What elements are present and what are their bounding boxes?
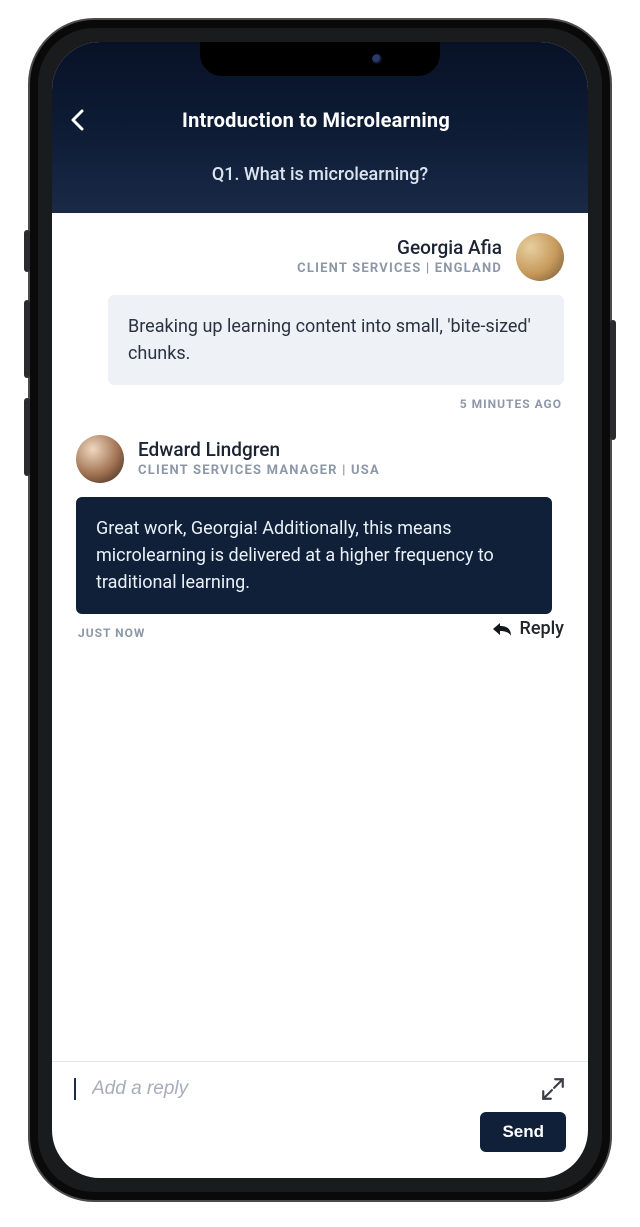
reply-arrow-icon xyxy=(492,621,512,637)
phone-frame: Introduction to Microlearning Q1. What i… xyxy=(30,20,610,1200)
message: Edward Lindgren CLIENT SERVICES MANAGER … xyxy=(76,435,564,640)
side-button xyxy=(24,398,30,476)
notch xyxy=(200,42,440,76)
message-body: Breaking up learning content into small,… xyxy=(108,295,564,385)
avatar xyxy=(76,435,124,483)
page-title: Introduction to Microlearning xyxy=(62,108,570,132)
send-button[interactable]: Send xyxy=(480,1112,566,1152)
avatar xyxy=(516,233,564,281)
author-name: Georgia Afia xyxy=(397,238,502,259)
message-thread[interactable]: Georgia Afia CLIENT SERVICES | ENGLAND B… xyxy=(52,213,588,1061)
message-body: Great work, Georgia! Additionally, this … xyxy=(76,497,552,614)
expand-icon[interactable] xyxy=(540,1076,566,1102)
timestamp: 5 MINUTES AGO xyxy=(78,397,562,411)
reply-input[interactable] xyxy=(90,1077,526,1101)
author-role: CLIENT SERVICES | ENGLAND xyxy=(297,261,502,276)
side-button xyxy=(24,230,30,272)
text-caret xyxy=(74,1078,76,1100)
author-name: Edward Lindgren xyxy=(138,440,280,461)
screen: Introduction to Microlearning Q1. What i… xyxy=(52,42,588,1178)
reply-label: Reply xyxy=(520,618,565,639)
side-button xyxy=(610,320,616,440)
message: Georgia Afia CLIENT SERVICES | ENGLAND B… xyxy=(76,233,564,411)
side-button xyxy=(24,300,30,378)
page-subtitle: Q1. What is microlearning? xyxy=(52,144,588,213)
composer: Send xyxy=(52,1062,588,1178)
reply-button[interactable]: Reply xyxy=(76,618,564,639)
author-role: CLIENT SERVICES MANAGER | USA xyxy=(138,463,380,478)
